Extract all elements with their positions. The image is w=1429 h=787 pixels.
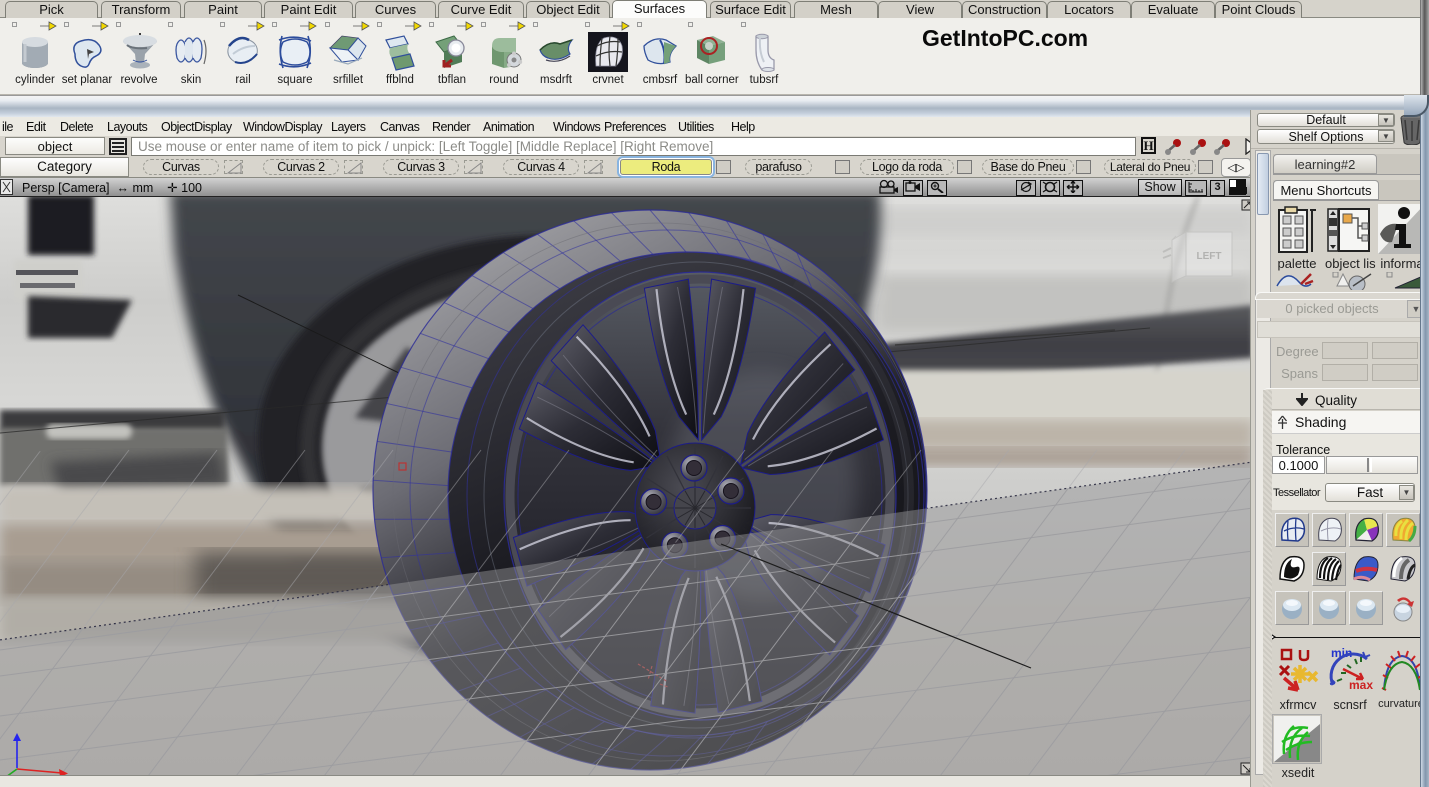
svg-text:LEFT: LEFT [1197,251,1222,262]
